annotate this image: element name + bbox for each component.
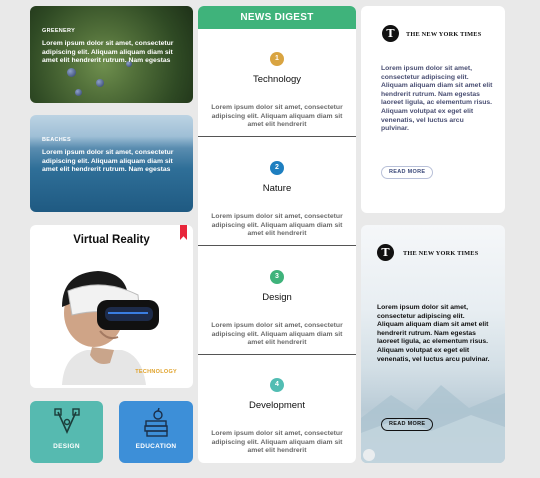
beaches-card[interactable]: BEACHES Lorem ipsum dolor sit amet, cons… (30, 115, 193, 212)
digest-title: NEWS DIGEST (198, 6, 356, 29)
pen-tool-icon (53, 408, 80, 434)
read-more-button[interactable]: READ MORE (381, 166, 434, 179)
news-digest-panel: NEWS DIGEST 1 Technology Lorem ipsum dol… (198, 6, 356, 463)
digest-item-technology[interactable]: 1 Technology Lorem ipsum dolor sit amet,… (198, 52, 356, 130)
nyt-article-card[interactable]: T THE NEW YORK TIMES Lorem ipsum dolor s… (361, 6, 505, 213)
berry-decoration (67, 68, 76, 77)
digest-item-title: Technology (252, 74, 302, 85)
digest-item-design[interactable]: 3 Design Lorem ipsum dolor sit amet, con… (198, 270, 356, 348)
digest-item-text: Lorem ipsum dolor sit amet, consectetur … (211, 322, 343, 346)
number-badge: 2 (270, 161, 284, 175)
design-tile[interactable]: DESIGN (30, 401, 103, 463)
education-tile[interactable]: EDUCATION (119, 401, 193, 463)
divider (198, 245, 356, 246)
number-badge: 4 (270, 378, 284, 392)
card-category: GREENERY (42, 28, 76, 34)
digest-item-text: Lorem ipsum dolor sit amet, consectetur … (211, 104, 343, 128)
nyt-logo-icon: T (377, 244, 394, 261)
digest-item-text: Lorem ipsum dolor sit amet, consectetur … (211, 430, 343, 454)
virtual-reality-card[interactable]: Virtual Reality TECHNOLOGY (30, 225, 193, 388)
divider (198, 136, 356, 137)
digest-item-title: Development (249, 400, 305, 411)
tile-label: EDUCATION (135, 443, 177, 450)
tile-label: DESIGN (53, 443, 80, 450)
digest-item-title: Nature (262, 183, 292, 194)
number-badge: 3 (270, 270, 284, 284)
berry-decoration (96, 79, 104, 87)
article-text: Lorem ipsum dolor sit amet, consectetur … (381, 65, 493, 133)
article-text: Lorem ipsum dolor sit amet, consectetur … (377, 304, 490, 363)
publisher-name: THE NEW YORK TIMES (403, 250, 479, 257)
berry-decoration (75, 89, 82, 96)
card-category: BEACHES (42, 137, 71, 143)
divider (198, 354, 356, 355)
digest-item-development[interactable]: 4 Development Lorem ipsum dolor sit amet… (198, 378, 356, 456)
greenery-card[interactable]: GREENERY Lorem ipsum dolor sit amet, con… (30, 6, 193, 103)
card-text: Lorem ipsum dolor sit amet, consectetur … (42, 40, 174, 65)
card-category: TECHNOLOGY (135, 369, 177, 375)
books-icon (144, 408, 168, 437)
card-title: Virtual Reality (73, 234, 150, 246)
digest-item-nature[interactable]: 2 Nature Lorem ipsum dolor sit amet, con… (198, 161, 356, 239)
digest-item-text: Lorem ipsum dolor sit amet, consectetur … (211, 213, 343, 237)
nyt-logo-icon: T (382, 25, 399, 42)
number-badge: 1 (270, 52, 284, 66)
digest-item-title: Design (262, 292, 292, 303)
nyt-article-card[interactable]: T THE NEW YORK TIMES Lorem ipsum dolor s… (361, 225, 505, 463)
publisher-name: THE NEW YORK TIMES (406, 31, 482, 38)
read-more-button[interactable]: READ MORE (381, 418, 434, 431)
vr-headset-image (62, 271, 159, 385)
card-text: Lorem ipsum dolor sit amet, consectetur … (42, 149, 174, 174)
